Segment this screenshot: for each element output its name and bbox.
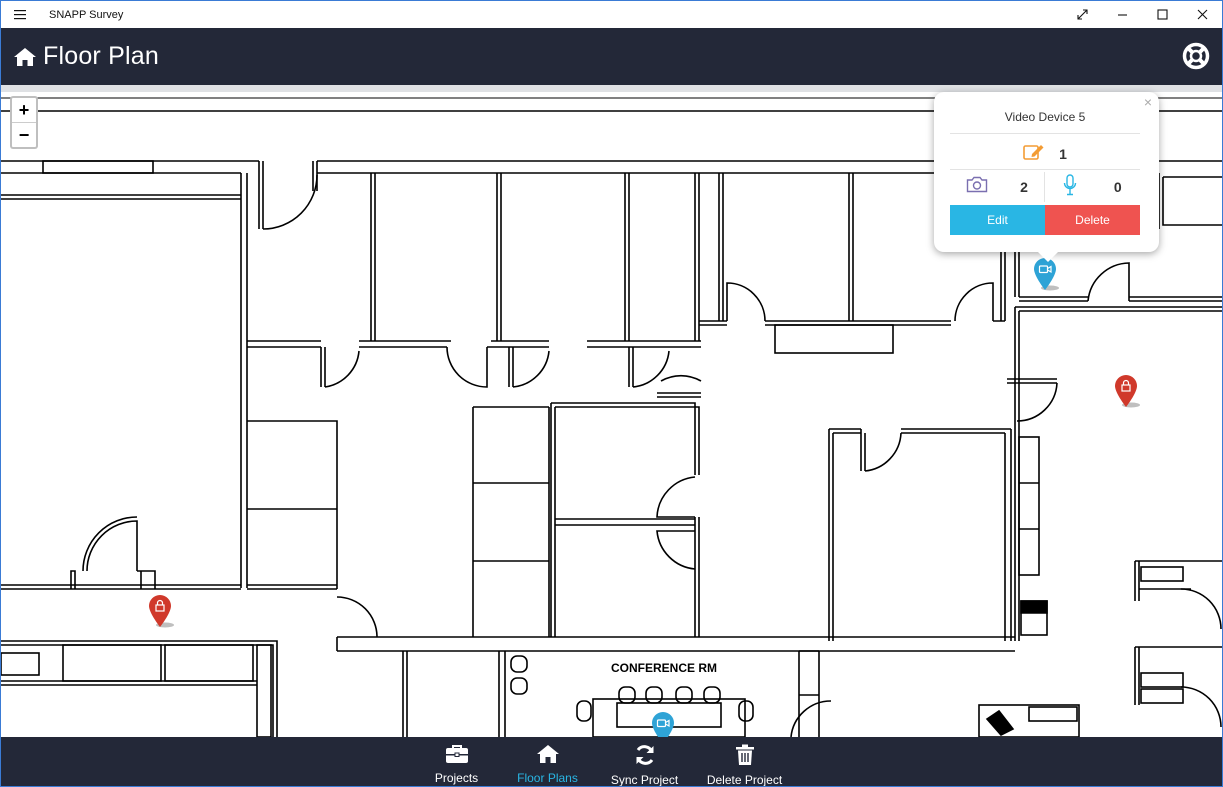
app-header: Floor Plan <box>1 28 1222 85</box>
lock-marker[interactable] <box>147 593 174 629</box>
bottom-nav: Projects Floor Plans Sync Project Delete… <box>1 737 1222 787</box>
device-popup: × Video Device 5 1 2 0 Edit Delete <box>934 92 1159 262</box>
minimize-icon[interactable] <box>1102 1 1142 28</box>
title-bar: SNAPP Survey <box>1 1 1222 28</box>
maximize-icon[interactable] <box>1142 1 1182 28</box>
photo-count-cell[interactable]: 2 <box>950 172 1045 202</box>
notes-row[interactable]: 1 <box>950 140 1140 168</box>
popup-actions: Edit Delete <box>950 205 1140 235</box>
window-controls <box>1062 1 1222 28</box>
room-label: CONFERENCE RM <box>611 661 717 675</box>
expand-icon[interactable] <box>1062 1 1102 28</box>
trash-icon <box>735 744 755 769</box>
app-title: SNAPP Survey <box>49 8 124 21</box>
lock-marker[interactable] <box>1113 373 1140 409</box>
zoom-in-button[interactable]: + <box>12 98 36 123</box>
audio-count: 0 <box>1113 179 1122 195</box>
notes-count: 1 <box>1059 146 1067 162</box>
lifebuoy-icon[interactable] <box>1182 42 1210 75</box>
sync-icon <box>634 744 656 769</box>
nav-label: Floor Plans <box>517 771 578 785</box>
edit-note-icon <box>1023 143 1045 166</box>
video-marker[interactable] <box>650 710 676 737</box>
briefcase-icon <box>445 744 469 767</box>
audio-count-cell[interactable]: 0 <box>1045 172 1140 202</box>
nav-sync-project[interactable]: Sync Project <box>597 737 693 787</box>
zoom-control: + − <box>10 96 38 149</box>
page-title: Floor Plan <box>43 42 159 70</box>
camera-icon <box>966 176 988 198</box>
microphone-icon <box>1063 173 1077 201</box>
photo-count: 2 <box>1020 179 1028 195</box>
close-icon[interactable] <box>1182 1 1222 28</box>
app-window: SNAPP Survey Floor Plan CONFERENCE RM + … <box>0 0 1223 787</box>
nav-label: Sync Project <box>610 773 679 787</box>
popup-close-button[interactable]: × <box>1144 94 1152 110</box>
home-icon <box>536 744 560 767</box>
home-icon <box>13 47 37 67</box>
header-divider <box>1 85 1222 92</box>
media-counts-row: 2 0 <box>950 172 1140 202</box>
popup-divider <box>950 169 1140 170</box>
nav-projects[interactable]: Projects <box>419 737 495 786</box>
nav-label: Projects <box>434 771 479 785</box>
popup-divider <box>950 133 1140 134</box>
nav-delete-project[interactable]: Delete Project <box>695 737 795 787</box>
zoom-out-button[interactable]: − <box>12 123 36 147</box>
nav-label: Delete Project <box>706 773 783 787</box>
hamburger-icon[interactable] <box>1 1 39 28</box>
delete-button[interactable]: Delete <box>1045 205 1140 235</box>
edit-button[interactable]: Edit <box>950 205 1045 235</box>
popup-title: Video Device 5 <box>1004 110 1086 124</box>
nav-floor-plans[interactable]: Floor Plans <box>505 737 591 786</box>
